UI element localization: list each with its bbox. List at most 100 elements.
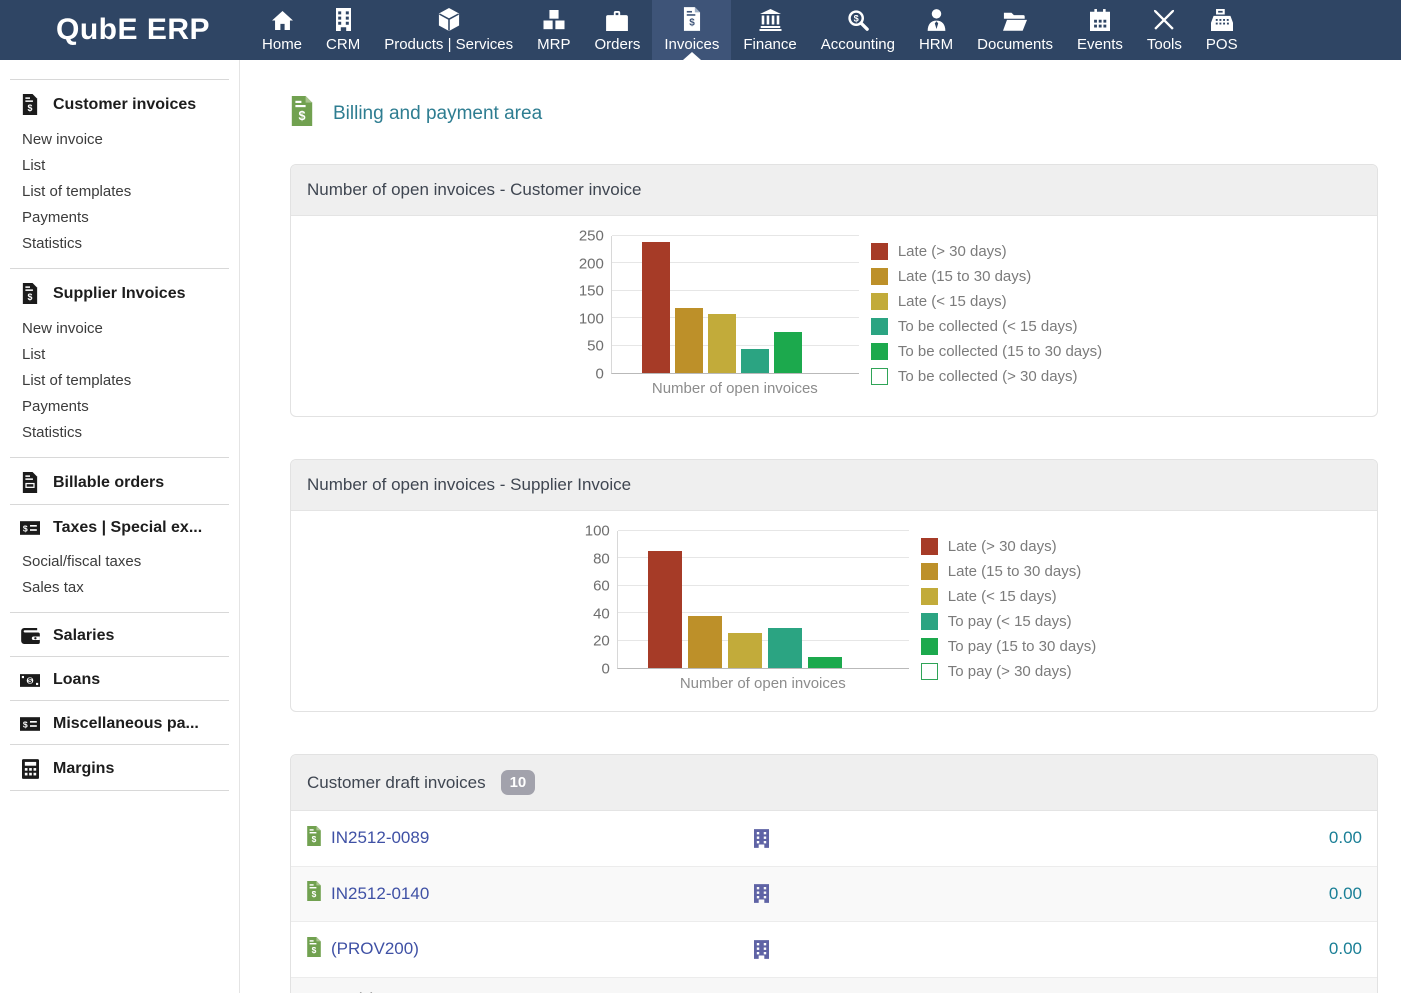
app-logo[interactable]: QubE ERP: [0, 0, 210, 60]
y-tick-label: 0: [596, 367, 604, 382]
nav-item-pos[interactable]: POS: [1194, 0, 1250, 60]
svg-text:$: $: [689, 18, 695, 29]
bar-1: [688, 616, 722, 668]
sidebar-item-payments[interactable]: Payments: [22, 393, 231, 419]
svg-text:$: $: [312, 834, 317, 844]
nav-item-products-services[interactable]: Products | Services: [372, 0, 525, 60]
calendar-icon: [1090, 7, 1110, 31]
invoice-ref-link[interactable]: IN2512-0140: [331, 884, 429, 904]
bar-4: [774, 332, 802, 373]
sidebar-item-statistics[interactable]: Statistics: [22, 230, 231, 256]
nav-item-events[interactable]: Events: [1065, 0, 1135, 60]
nav-item-documents[interactable]: Documents: [965, 0, 1065, 60]
building-icon: [335, 7, 352, 31]
landmark-icon: [759, 7, 782, 31]
nav-label: Finance: [743, 36, 796, 53]
chart-legend: Late (> 30 days) Late (15 to 30 days) Late…: [921, 531, 1096, 688]
nav-label: Tools: [1147, 36, 1182, 53]
svg-text:$: $: [853, 14, 858, 24]
nav-item-home[interactable]: Home: [250, 0, 314, 60]
supplier-invoices-bar-chart: 020406080100 Number of open invoices Lat…: [572, 531, 1096, 711]
cubes-icon: [542, 7, 566, 31]
customer-invoices-bar-chart: 050100150200250 Number of open invoices …: [566, 236, 1102, 416]
table-row: $ (PROV200) 0.00: [291, 922, 1377, 978]
sidebar-item-list-of-templates[interactable]: List of templates: [22, 367, 231, 393]
legend-item: Late (15 to 30 days): [871, 268, 1102, 285]
nav-item-crm[interactable]: CRM: [314, 0, 372, 60]
sidebar-heading-supplier-invoices[interactable]: $ Supplier Invoices: [20, 269, 231, 315]
nav-item-orders[interactable]: Orders: [583, 0, 653, 60]
nav-item-accounting[interactable]: $ Accounting: [809, 0, 907, 60]
legend-label: Late (15 to 30 days): [898, 268, 1031, 285]
invoice-ref-link[interactable]: IN2512-0089: [331, 828, 429, 848]
file-invoice-dollar-icon: $: [683, 7, 701, 31]
legend-item: To pay (> 30 days): [921, 663, 1096, 680]
sidebar-heading-billable-orders[interactable]: Billable orders: [20, 458, 231, 504]
briefcase-icon: [606, 7, 628, 31]
svg-text:$: $: [28, 292, 33, 302]
company-building-icon[interactable]: [754, 940, 769, 959]
calculator-icon: [20, 759, 40, 779]
sidebar-item-list[interactable]: List: [22, 341, 231, 367]
sidebar-item-statistics[interactable]: Statistics: [22, 419, 231, 445]
nav-item-mrp[interactable]: MRP: [525, 0, 582, 60]
search-dollar-icon: $: [847, 7, 869, 31]
nav-label: Products | Services: [384, 36, 513, 53]
sidebar-section-customer-invoices: $ Customer invoices New invoice List Lis…: [0, 80, 239, 268]
legend-item: To be collected (15 to 30 days): [871, 343, 1102, 360]
sidebar-section-miscellaneous-payments: $ Miscellaneous pa...: [0, 701, 239, 744]
legend-label: Late (< 15 days): [898, 293, 1007, 310]
legend-label: To be collected (> 30 days): [898, 368, 1078, 385]
invoice-amount: 0.00: [1162, 884, 1362, 904]
invoice-ref-link[interactable]: (PROV200): [331, 939, 419, 959]
nav-item-tools[interactable]: Tools: [1135, 0, 1194, 60]
company-building-icon[interactable]: [754, 829, 769, 848]
legend-label: Late (< 15 days): [948, 588, 1057, 605]
legend-swatch: [921, 563, 938, 580]
legend-swatch: [871, 243, 888, 260]
nav-label: Events: [1077, 36, 1123, 53]
sidebar-heading-loans[interactable]: $ Loans: [20, 657, 231, 700]
panel-customer-draft-invoices: Customer draft invoices 10 $ IN2512-0089…: [290, 754, 1378, 993]
sidebar-heading-label: Salaries: [53, 627, 114, 645]
money-bill-icon: $: [20, 674, 40, 687]
nav-item-hrm[interactable]: HRM: [907, 0, 965, 60]
y-tick-label: 40: [593, 606, 610, 621]
company-building-icon[interactable]: [754, 884, 769, 903]
sidebar-item-list-of-templates[interactable]: List of templates: [22, 178, 231, 204]
sidebar-heading-label: Loans: [53, 671, 100, 689]
sidebar-item-payments[interactable]: Payments: [22, 204, 231, 230]
legend-label: Late (15 to 30 days): [948, 563, 1081, 580]
sidebar-item-new-invoice[interactable]: New invoice: [22, 126, 231, 152]
nav-item-invoices[interactable]: $ Invoices: [652, 0, 731, 60]
sidebar-heading-label: Customer invoices: [53, 96, 196, 114]
legend-label: To pay (15 to 30 days): [948, 638, 1096, 655]
nav-label: Accounting: [821, 36, 895, 53]
panel-title: Number of open invoices - Supplier Invoi…: [291, 460, 1377, 511]
sidebar-section-salaries: Salaries: [0, 613, 239, 656]
panel-title: Number of open invoices - Customer invoi…: [291, 165, 1377, 216]
sidebar-heading-label: Miscellaneous pa...: [53, 715, 199, 733]
legend-swatch: [921, 663, 938, 680]
more-link[interactable]: More... (7): [291, 978, 1377, 993]
x-axis-label: Number of open invoices: [617, 675, 909, 692]
sidebar-heading-salaries[interactable]: Salaries: [20, 613, 231, 656]
sidebar-heading-taxes[interactable]: $ Taxes | Special ex...: [20, 505, 231, 548]
sidebar-item-new-invoice[interactable]: New invoice: [22, 315, 231, 341]
sidebar-item-social-fiscal-taxes[interactable]: Social/fiscal taxes: [22, 548, 231, 574]
svg-text:$: $: [28, 676, 32, 685]
sidebar-item-list[interactable]: List: [22, 152, 231, 178]
sidebar-heading-miscellaneous-payments[interactable]: $ Miscellaneous pa...: [20, 701, 231, 744]
nav-item-finance[interactable]: Finance: [731, 0, 808, 60]
file-invoice-dollar-icon: $: [20, 94, 40, 115]
sidebar-item-sales-tax[interactable]: Sales tax: [22, 574, 231, 600]
sidebar-heading-margins[interactable]: Margins: [20, 745, 231, 790]
y-tick-label: 100: [579, 311, 604, 326]
legend-swatch: [921, 588, 938, 605]
svg-text:$: $: [23, 719, 28, 729]
legend-label: To pay (> 30 days): [948, 663, 1072, 680]
sidebar-heading-customer-invoices[interactable]: $ Customer invoices: [20, 80, 231, 126]
money-check-icon: $: [20, 521, 40, 535]
x-axis-label: Number of open invoices: [611, 380, 859, 397]
legend-item: Late (> 30 days): [921, 538, 1096, 555]
